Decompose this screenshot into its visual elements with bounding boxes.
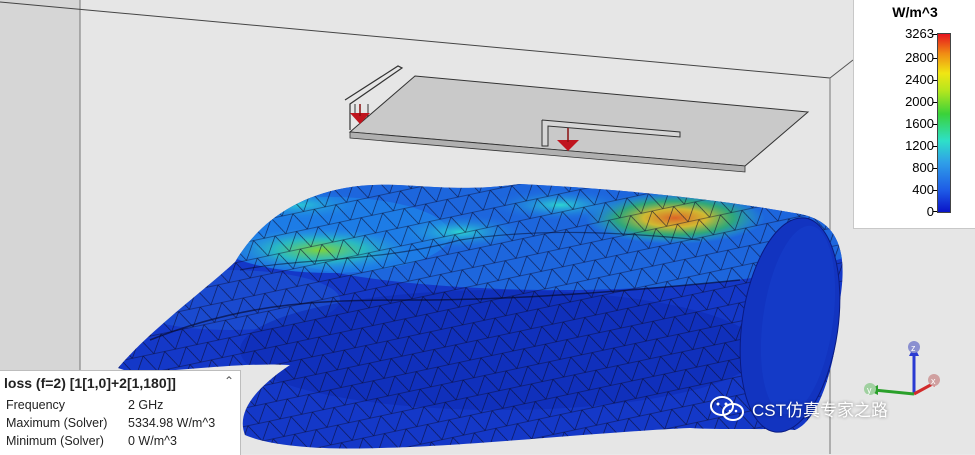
info-label-maximum: Maximum (Solver) <box>6 416 108 430</box>
result-info-panel: loss (f=2) [1[1,0]+2[1,180]] ⌃ Frequency… <box>0 370 241 455</box>
axis-y-label: y <box>867 385 872 395</box>
result-title: loss (f=2) [1[1,0]+2[1,180]] <box>4 375 176 391</box>
info-value-minimum: 0 W/m^3 <box>128 434 177 448</box>
wechat-icon <box>710 396 744 421</box>
info-label-frequency: Frequency <box>6 398 66 412</box>
info-value-maximum: 5334.98 W/m^3 <box>128 416 216 430</box>
info-value-frequency: 2 GHz <box>128 398 164 412</box>
legend-tick: 400 <box>912 182 934 197</box>
legend-tick: 1600 <box>905 116 934 131</box>
legend-tick: 2400 <box>905 72 934 87</box>
legend-unit: W/m^3 <box>892 4 938 20</box>
legend-tick: 800 <box>912 160 934 175</box>
legend-tick: 2000 <box>905 94 934 109</box>
legend-tick: 1200 <box>905 138 934 153</box>
legend-tick: 3263 <box>905 26 934 41</box>
axis-x-label: x <box>931 376 936 386</box>
chevron-up-icon[interactable]: ⌃ <box>224 374 234 388</box>
legend-tick: 0 <box>926 204 934 219</box>
legend-tick: 2800 <box>905 50 934 65</box>
color-legend: W/m^3 3263 2800 2400 2000 1600 1200 800 … <box>853 0 975 229</box>
info-label-minimum: Minimum (Solver) <box>6 434 104 448</box>
axis-z-label: z <box>911 343 916 353</box>
watermark-text: CST仿真专家之路 <box>752 401 888 420</box>
legend-colorbar <box>937 33 951 213</box>
